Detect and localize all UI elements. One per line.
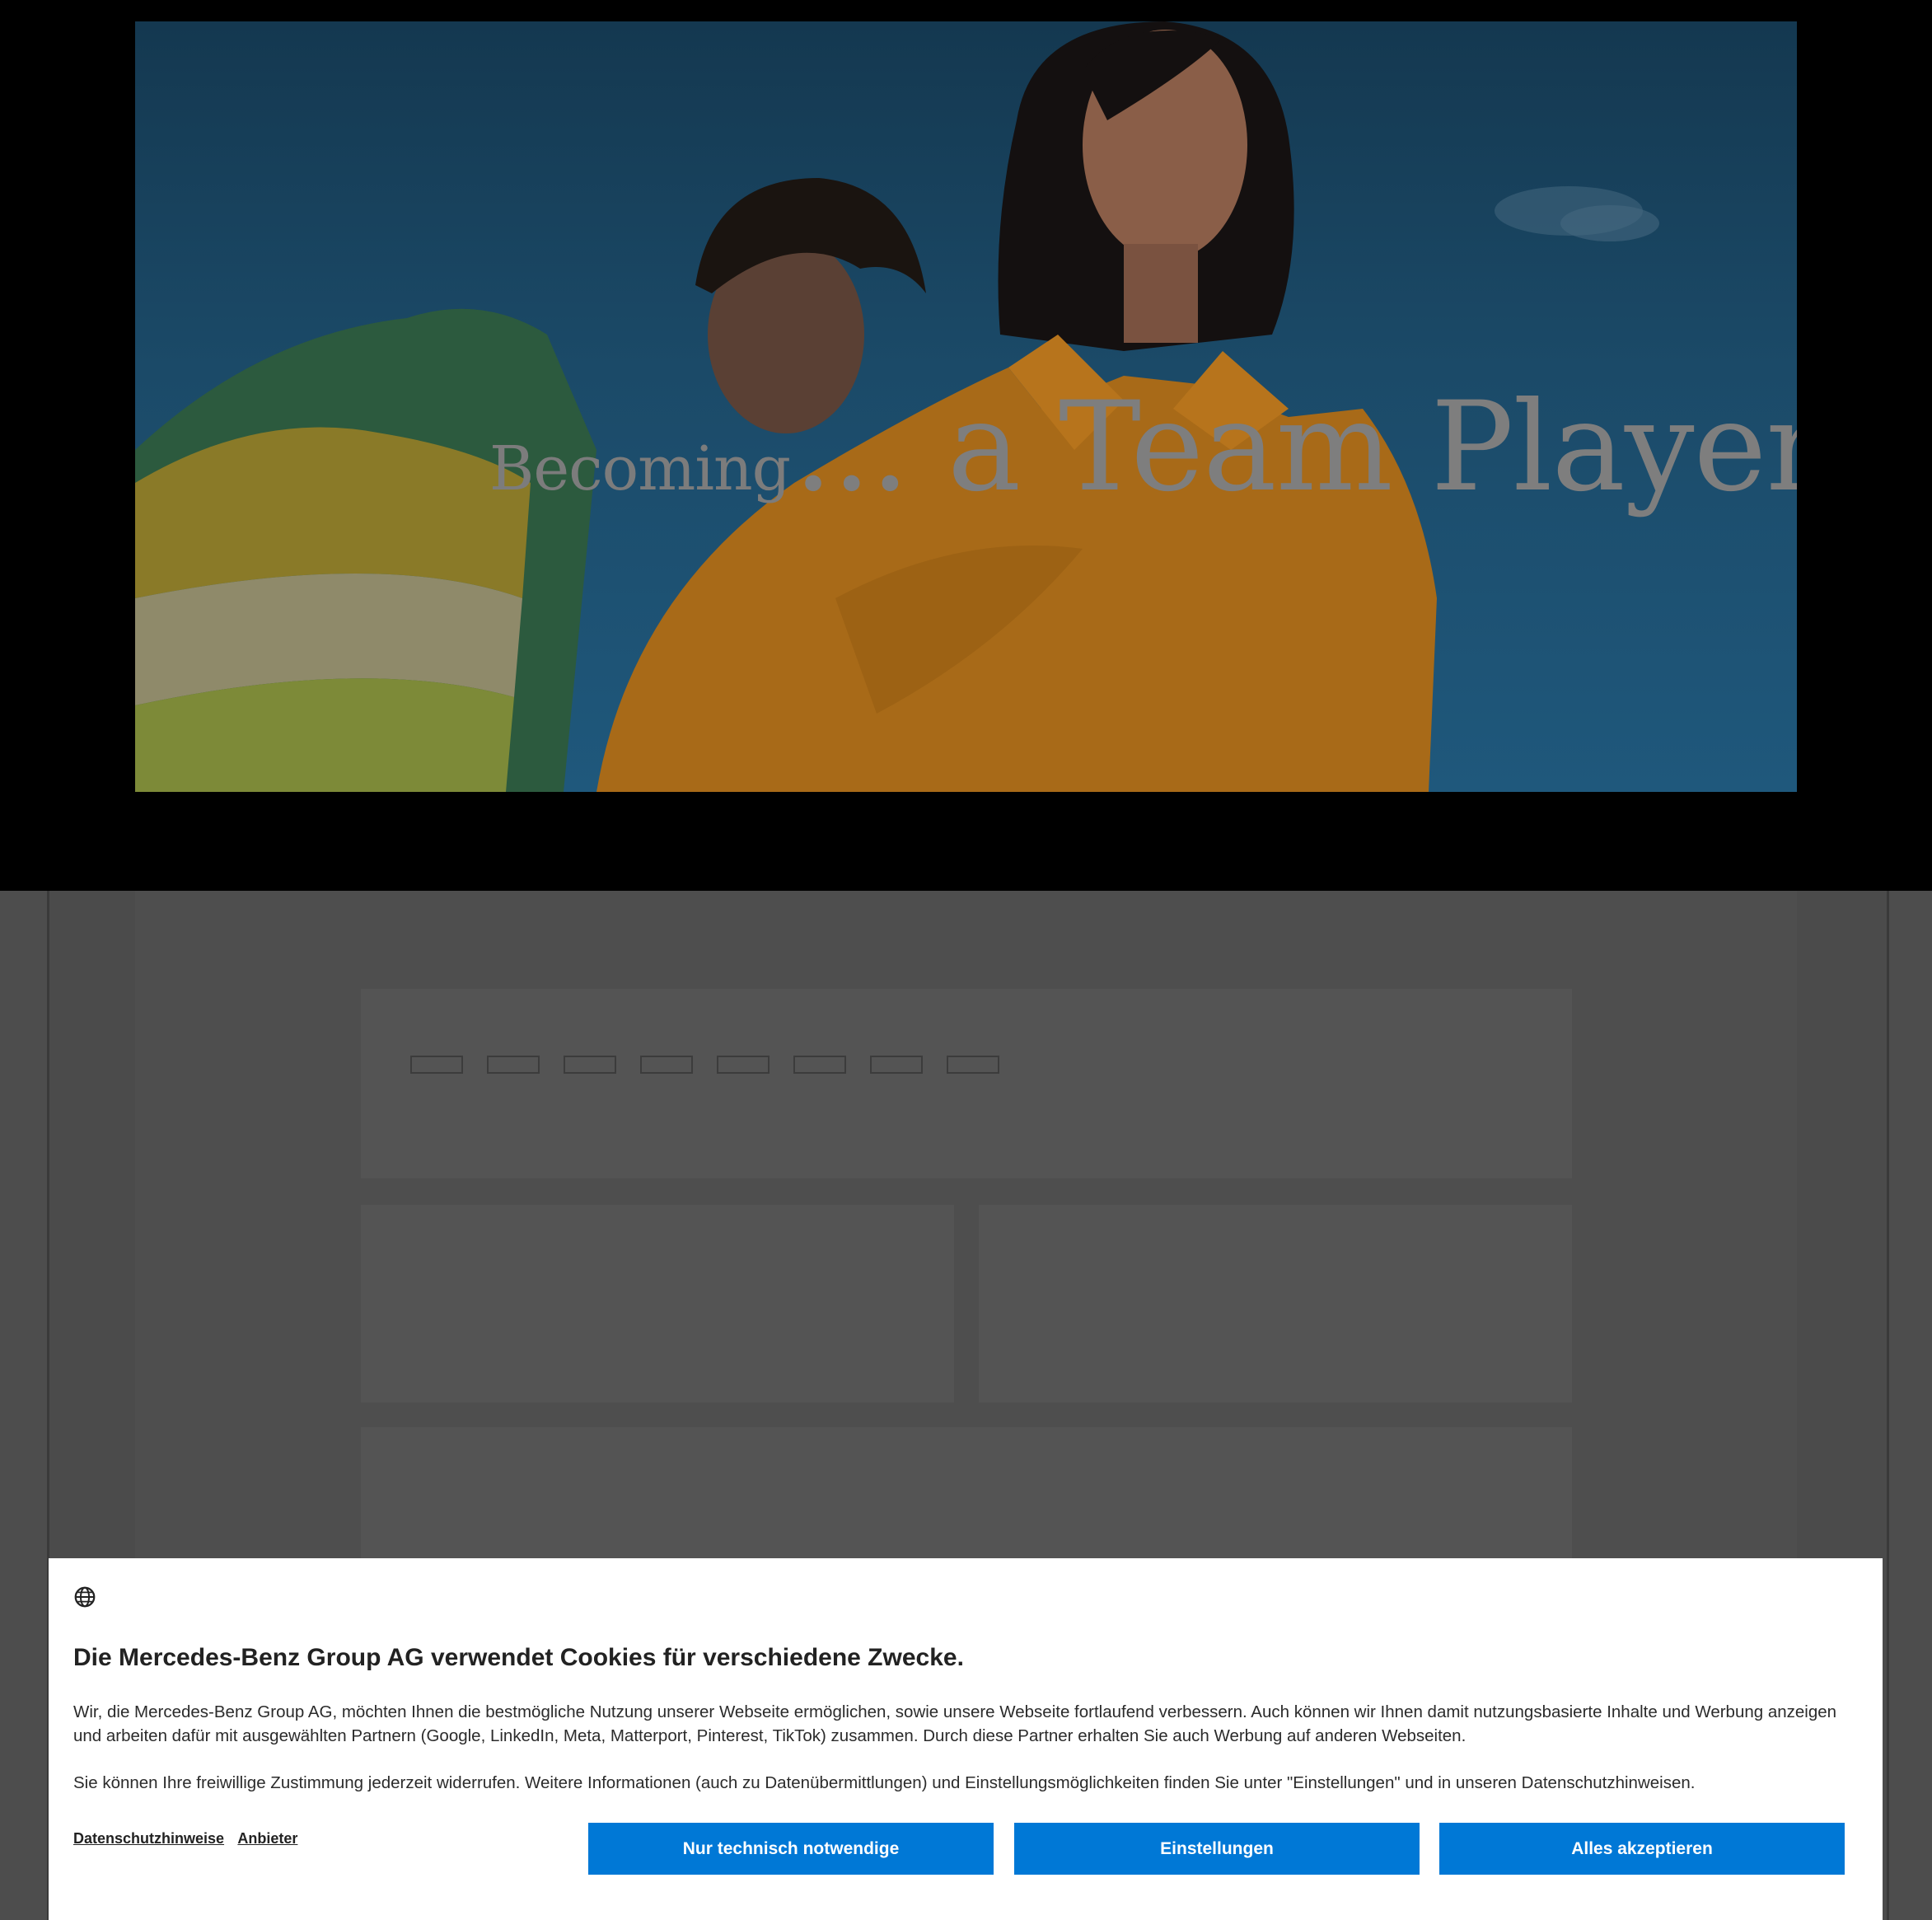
content-card — [979, 1205, 1572, 1403]
content-card — [361, 989, 1572, 1178]
tab-item[interactable] — [717, 1056, 770, 1074]
cookie-banner: Die Mercedes-Benz Group AG verwendet Coo… — [49, 1558, 1883, 1920]
tab-item[interactable] — [947, 1056, 999, 1074]
cookie-consent-note: Sie können Ihre freiwillige Zustimmung j… — [73, 1773, 1696, 1792]
cookie-description: Wir, die Mercedes-Benz Group AG, möchten… — [73, 1702, 1837, 1745]
cookie-links: Datenschutzhinweise Anbieter — [73, 1830, 307, 1847]
tab-item[interactable] — [564, 1056, 616, 1074]
tab-bar — [410, 1056, 999, 1074]
tab-item[interactable] — [640, 1056, 693, 1074]
globe-icon[interactable] — [73, 1585, 97, 1609]
hero-image: Becoming ... a Team Player — [135, 21, 1797, 792]
hero-title: Becoming ... a Team Player — [489, 376, 1797, 519]
necessary-only-button[interactable]: Nur technisch notwendige — [588, 1823, 994, 1875]
tab-item[interactable] — [487, 1056, 540, 1074]
tab-item[interactable] — [870, 1056, 923, 1074]
accept-all-button[interactable]: Alles akzeptieren — [1439, 1823, 1845, 1875]
settings-button[interactable]: Einstellungen — [1014, 1823, 1420, 1875]
tab-item[interactable] — [410, 1056, 463, 1074]
tab-item[interactable] — [793, 1056, 846, 1074]
cookie-title: Die Mercedes-Benz Group AG verwendet Coo… — [73, 1644, 964, 1671]
privacy-link[interactable]: Datenschutzhinweise — [73, 1830, 224, 1847]
providers-link[interactable]: Anbieter — [237, 1830, 297, 1847]
hero-title-word: Becoming — [489, 433, 791, 504]
content-card — [361, 1205, 954, 1403]
hero-title-phrase: ... a Team Player — [793, 376, 1797, 519]
